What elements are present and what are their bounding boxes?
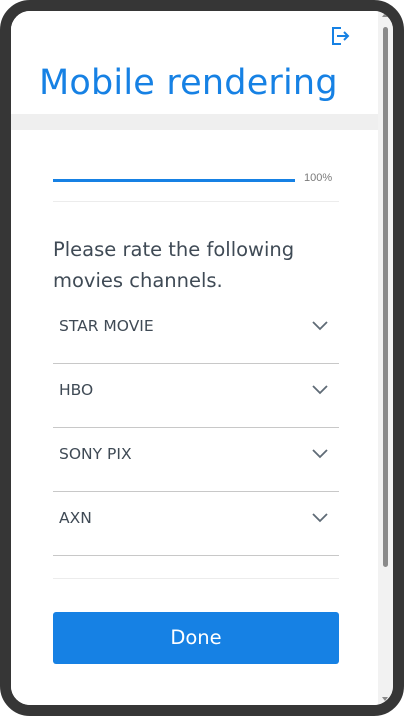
progress-bar (53, 179, 295, 182)
scroll-down-arrow-icon[interactable] (382, 697, 388, 701)
dropdown-label: AXN (59, 509, 92, 527)
question-text: Please rate the following movies channel… (53, 238, 295, 292)
chevron-down-icon (312, 321, 328, 331)
chevron-down-icon (312, 449, 328, 459)
progress-fill (53, 179, 295, 182)
divider (53, 578, 339, 579)
progress-label: 100% (304, 172, 333, 184)
page-title: Mobile rendering (39, 63, 338, 103)
chevron-down-icon (312, 385, 328, 395)
dropdown-axn[interactable]: AXN (53, 492, 339, 556)
dropdown-hbo[interactable]: HBO (53, 364, 339, 428)
header-band (11, 114, 378, 130)
scroll-thumb[interactable] (383, 27, 388, 567)
divider (53, 201, 339, 202)
chevron-down-icon (312, 513, 328, 523)
scrollbar[interactable] (378, 11, 393, 705)
device-frame: Mobile rendering 100% Please rate the fo… (0, 0, 404, 716)
screen: Mobile rendering 100% Please rate the fo… (11, 11, 378, 705)
done-button[interactable]: Done (53, 612, 339, 664)
header: Mobile rendering (11, 11, 378, 114)
exit-icon[interactable] (329, 25, 351, 47)
dropdown-star-movie[interactable]: STAR MOVIE (53, 300, 339, 364)
dropdown-sony-pix[interactable]: SONY PIX (53, 428, 339, 492)
dropdown-label: HBO (59, 381, 94, 399)
survey-content: 100% Please rate the following movies ch… (11, 130, 378, 705)
dropdown-label: SONY PIX (59, 445, 132, 463)
scroll-up-arrow-icon[interactable] (382, 13, 388, 17)
dropdown-label: STAR MOVIE (59, 317, 154, 335)
